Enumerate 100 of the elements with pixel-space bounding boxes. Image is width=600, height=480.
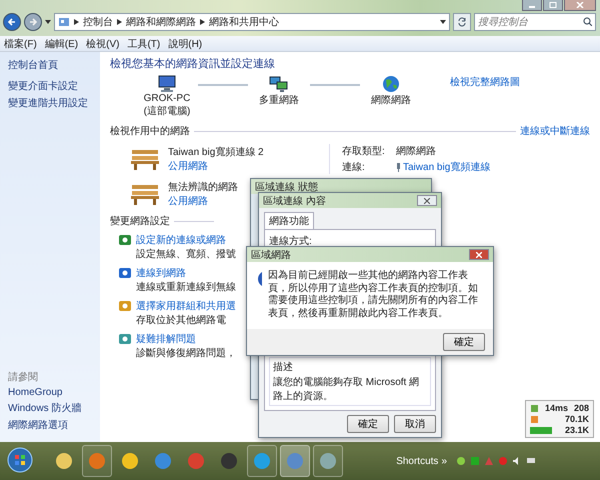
homegroup-icon [118, 299, 132, 313]
forward-arrow-icon [28, 17, 38, 27]
refresh-button[interactable] [453, 13, 471, 31]
menu-item[interactable]: 說明(H) [168, 36, 202, 50]
task-link[interactable]: 連線到網路 [136, 266, 186, 280]
app-icon [221, 453, 237, 469]
firefox-taskbar-button[interactable] [82, 445, 112, 477]
task-link[interactable]: 疑難排解問題 [136, 332, 196, 346]
close-icon [476, 252, 482, 258]
description-heading: 描述 [273, 360, 294, 374]
sidebar-link[interactable]: 變更進階共用設定 [8, 96, 88, 110]
task-link[interactable]: 選擇家用群組和共用選 [136, 299, 236, 313]
address-field[interactable]: 控制台 網路和網際網路 網路和共用中心 [54, 13, 450, 31]
caret-icon[interactable] [440, 20, 446, 24]
upload-reading: 23.1K [564, 425, 589, 435]
map-node-label: 網際網路 [371, 94, 411, 107]
network-icon[interactable] [526, 456, 536, 466]
info-icon [257, 270, 262, 288]
task-description: 設定無線、寬頻、撥號 [136, 248, 236, 261]
search-icon[interactable] [583, 17, 592, 26]
computer-icon [157, 75, 177, 93]
more-chevron[interactable]: » [441, 456, 447, 466]
connect-link[interactable]: 連線或中斷連線 [520, 124, 590, 138]
breadcrumb-item[interactable]: 網路和網際網路 [126, 15, 196, 29]
forward-button[interactable] [24, 13, 42, 31]
network-type-link[interactable]: 公用網路 [168, 194, 208, 208]
chevron-icon[interactable] [200, 19, 205, 25]
connector-line [198, 84, 248, 86]
access-type-label: 存取類型: [342, 144, 386, 158]
ping-count: 208 [574, 403, 589, 413]
tab[interactable]: 網路功能 [264, 212, 314, 229]
download-reading: 70.1K [564, 414, 589, 424]
message-text: 因為目前已經開啟一些其他的網路內容工作表頁，所以停用了這些內容工作表頁的控制項。如需要使用這些控制項，請先關閉所有的內容工作表頁，然後再重新開啟此內容工作表頁。 [268, 270, 479, 320]
bench-icon [130, 148, 160, 170]
window-title: 區域連線 狀態 [255, 180, 318, 194]
app-icon [155, 453, 171, 469]
sidebar-link[interactable]: 變更介面卡設定 [8, 79, 78, 93]
close-button[interactable] [417, 195, 437, 206]
access-type-value: 網際網路 [396, 145, 437, 158]
bench-icon [130, 183, 160, 205]
task-link[interactable]: 設定新的連線或網路 [136, 233, 226, 247]
dialog-title: 區域網路 [251, 248, 291, 262]
map-node-label: GROK-PC [144, 93, 190, 104]
search-field[interactable]: 搜尋控制台 [474, 13, 596, 31]
network-name: 無法辨識的網路 [168, 180, 238, 194]
dialog-button[interactable]: 取消 [394, 415, 436, 433]
ok-button[interactable]: 確定 [443, 333, 485, 351]
chevron-icon[interactable] [74, 19, 79, 25]
map-node-label: 多重網路 [259, 94, 299, 107]
media-taskbar-button[interactable] [313, 445, 343, 477]
app-icon [254, 453, 270, 469]
see-also-link[interactable]: Windows 防火牆 [8, 401, 82, 415]
see-also-link[interactable]: HomeGroup [8, 387, 62, 398]
close-icon [576, 2, 584, 8]
full-map-link[interactable]: 檢視完整網路圖 [450, 75, 520, 89]
section-heading: 變更網路設定 [110, 214, 170, 228]
app-icon [122, 453, 138, 469]
task-description: 連線或重新連線到無線 [136, 280, 236, 294]
control-panel-icon [58, 16, 70, 28]
app-icon [89, 453, 105, 469]
caret-icon[interactable] [45, 20, 51, 24]
menu-item[interactable]: 檢視(V) [86, 36, 120, 50]
breadcrumb-item[interactable]: 控制台 [83, 15, 113, 29]
window-title: 區域連線 內容 [263, 194, 326, 208]
shortcuts-toolbar[interactable]: Shortcuts [396, 456, 438, 466]
refresh-icon [457, 17, 467, 27]
network-type-link[interactable]: 公用網路 [168, 159, 208, 173]
network-icon [269, 75, 289, 93]
dialog-button[interactable]: 確定 [347, 415, 389, 433]
section-heading: 檢視作用中的網路 [110, 124, 190, 138]
download-icon [530, 414, 539, 424]
cable-icon [396, 162, 401, 172]
connection-label: 連線: [342, 160, 366, 174]
see-also-link[interactable]: 網際網路選項 [8, 418, 68, 432]
connection-link[interactable]: Taiwan big寬頻連線 [396, 160, 490, 174]
breadcrumb-item[interactable]: 網路和共用中心 [209, 15, 279, 29]
back-button[interactable] [3, 13, 21, 31]
chevron-icon[interactable] [117, 19, 122, 25]
menu-item[interactable]: 工具(T) [127, 36, 160, 50]
close-button[interactable] [564, 0, 596, 11]
app-icon [287, 453, 303, 469]
see-also-heading: 請參閱 [8, 370, 38, 384]
close-button[interactable] [469, 249, 489, 260]
app-icon [56, 453, 72, 469]
connector-line [310, 84, 360, 86]
skype-taskbar-button[interactable] [247, 445, 277, 477]
network-icon [530, 404, 539, 412]
map-node-sublabel: (這部電腦) [144, 104, 190, 118]
new-connection-icon [118, 233, 132, 247]
sidebar-link[interactable]: 控制台首頁 [8, 58, 58, 72]
task-description: 診斷與修復網路問題， [136, 346, 236, 360]
windows-logo-icon [7, 446, 33, 472]
menu-item[interactable]: 編輯(E) [44, 36, 78, 50]
minimize-button[interactable] [522, 0, 542, 11]
connect-icon [118, 266, 132, 280]
back-arrow-icon [7, 17, 17, 27]
maximize-button[interactable] [543, 0, 563, 11]
app-icon [320, 453, 336, 469]
menu-item[interactable]: 檔案(F) [4, 36, 37, 50]
troubleshoot-icon [118, 332, 132, 346]
